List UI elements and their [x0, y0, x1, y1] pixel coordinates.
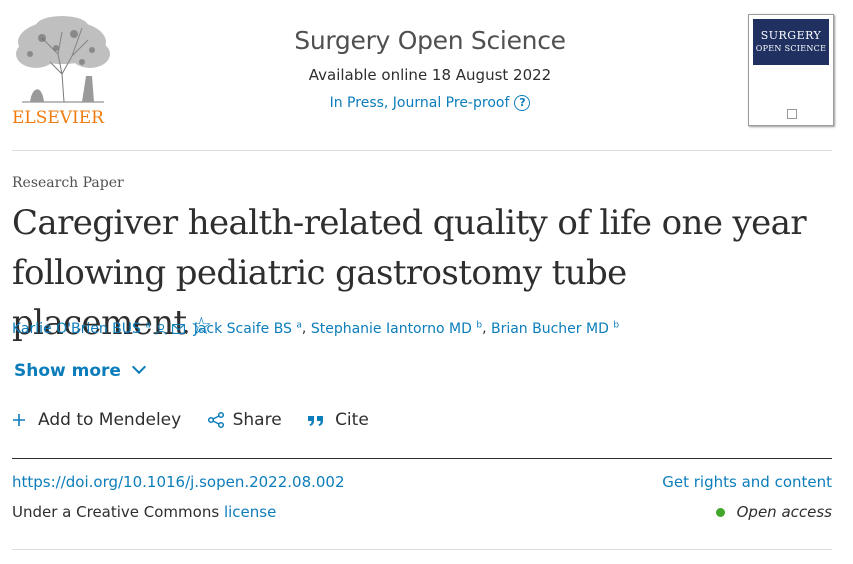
- actions-divider: [12, 458, 832, 459]
- cover-title-line2: OPEN SCIENCE: [755, 44, 827, 53]
- footer-divider: [12, 549, 832, 550]
- share-label: Share: [232, 410, 282, 430]
- open-access-label: Open access: [736, 503, 832, 521]
- journal-info: Surgery Open Science Available online 18…: [230, 26, 630, 111]
- cover-title-line1: SURGERY: [760, 29, 822, 42]
- show-more-button[interactable]: Show more: [14, 359, 147, 381]
- plus-icon: [13, 414, 25, 426]
- cover-banner: SURGERY OPEN SCIENCE: [753, 19, 829, 65]
- journal-status[interactable]: In Press, Journal Pre-proof?: [230, 95, 630, 111]
- article-type: Research Paper: [12, 175, 124, 191]
- journal-status-label[interactable]: In Press, Journal Pre-proof: [330, 95, 510, 111]
- add-to-mendeley-label: Add to Mendeley: [38, 410, 182, 430]
- show-more-label: Show more: [14, 361, 121, 381]
- open-access-dot-icon: [715, 508, 725, 517]
- journal-cover[interactable]: SURGERY OPEN SCIENCE: [748, 14, 834, 126]
- author-link[interactable]: Jack Scaife BS a: [194, 320, 302, 337]
- elsevier-logo[interactable]: ELSEVIER: [12, 14, 112, 128]
- author-link[interactable]: Karlie O'Brien BUS a: [12, 320, 151, 337]
- cite-button[interactable]: Cite: [307, 410, 369, 430]
- share-icon: [207, 411, 224, 429]
- author-link[interactable]: Brian Bucher MD b: [491, 320, 619, 337]
- chevron-down-icon: [131, 359, 147, 375]
- tree-icon: [12, 14, 112, 106]
- person-icon[interactable]: [155, 323, 167, 335]
- add-to-mendeley-button[interactable]: Add to Mendeley: [12, 410, 181, 430]
- share-button[interactable]: Share: [207, 410, 282, 430]
- header-divider: [12, 150, 832, 151]
- cite-label: Cite: [335, 410, 369, 430]
- cover-logo-icon: [787, 109, 797, 119]
- open-access-badge: Open access: [715, 503, 832, 521]
- license-link[interactable]: license: [224, 503, 276, 521]
- quote-icon: [308, 416, 324, 426]
- get-rights-link[interactable]: Get rights and content: [662, 473, 832, 491]
- journal-title[interactable]: Surgery Open Science: [230, 26, 630, 55]
- envelope-icon[interactable]: [171, 323, 185, 334]
- author-link[interactable]: Stephanie Iantorno MD b: [311, 320, 482, 337]
- journal-header: ELSEVIER Surgery Open Science Available …: [0, 0, 853, 150]
- article-actions: Add to Mendeley Share Cite: [12, 410, 389, 430]
- license-prefix: Under a Creative Commons: [12, 503, 220, 521]
- available-online-date: Available online 18 August 2022: [308, 66, 552, 84]
- license-line: Under a Creative Commons license: [12, 503, 276, 521]
- question-circle-icon[interactable]: ?: [514, 95, 531, 111]
- elsevier-wordmark: ELSEVIER: [12, 108, 104, 128]
- doi-link[interactable]: https://doi.org/10.1016/j.sopen.2022.08.…: [12, 473, 345, 491]
- author-list: Karlie O'Brien BUS a , Jack Scaife BS a,…: [12, 320, 620, 337]
